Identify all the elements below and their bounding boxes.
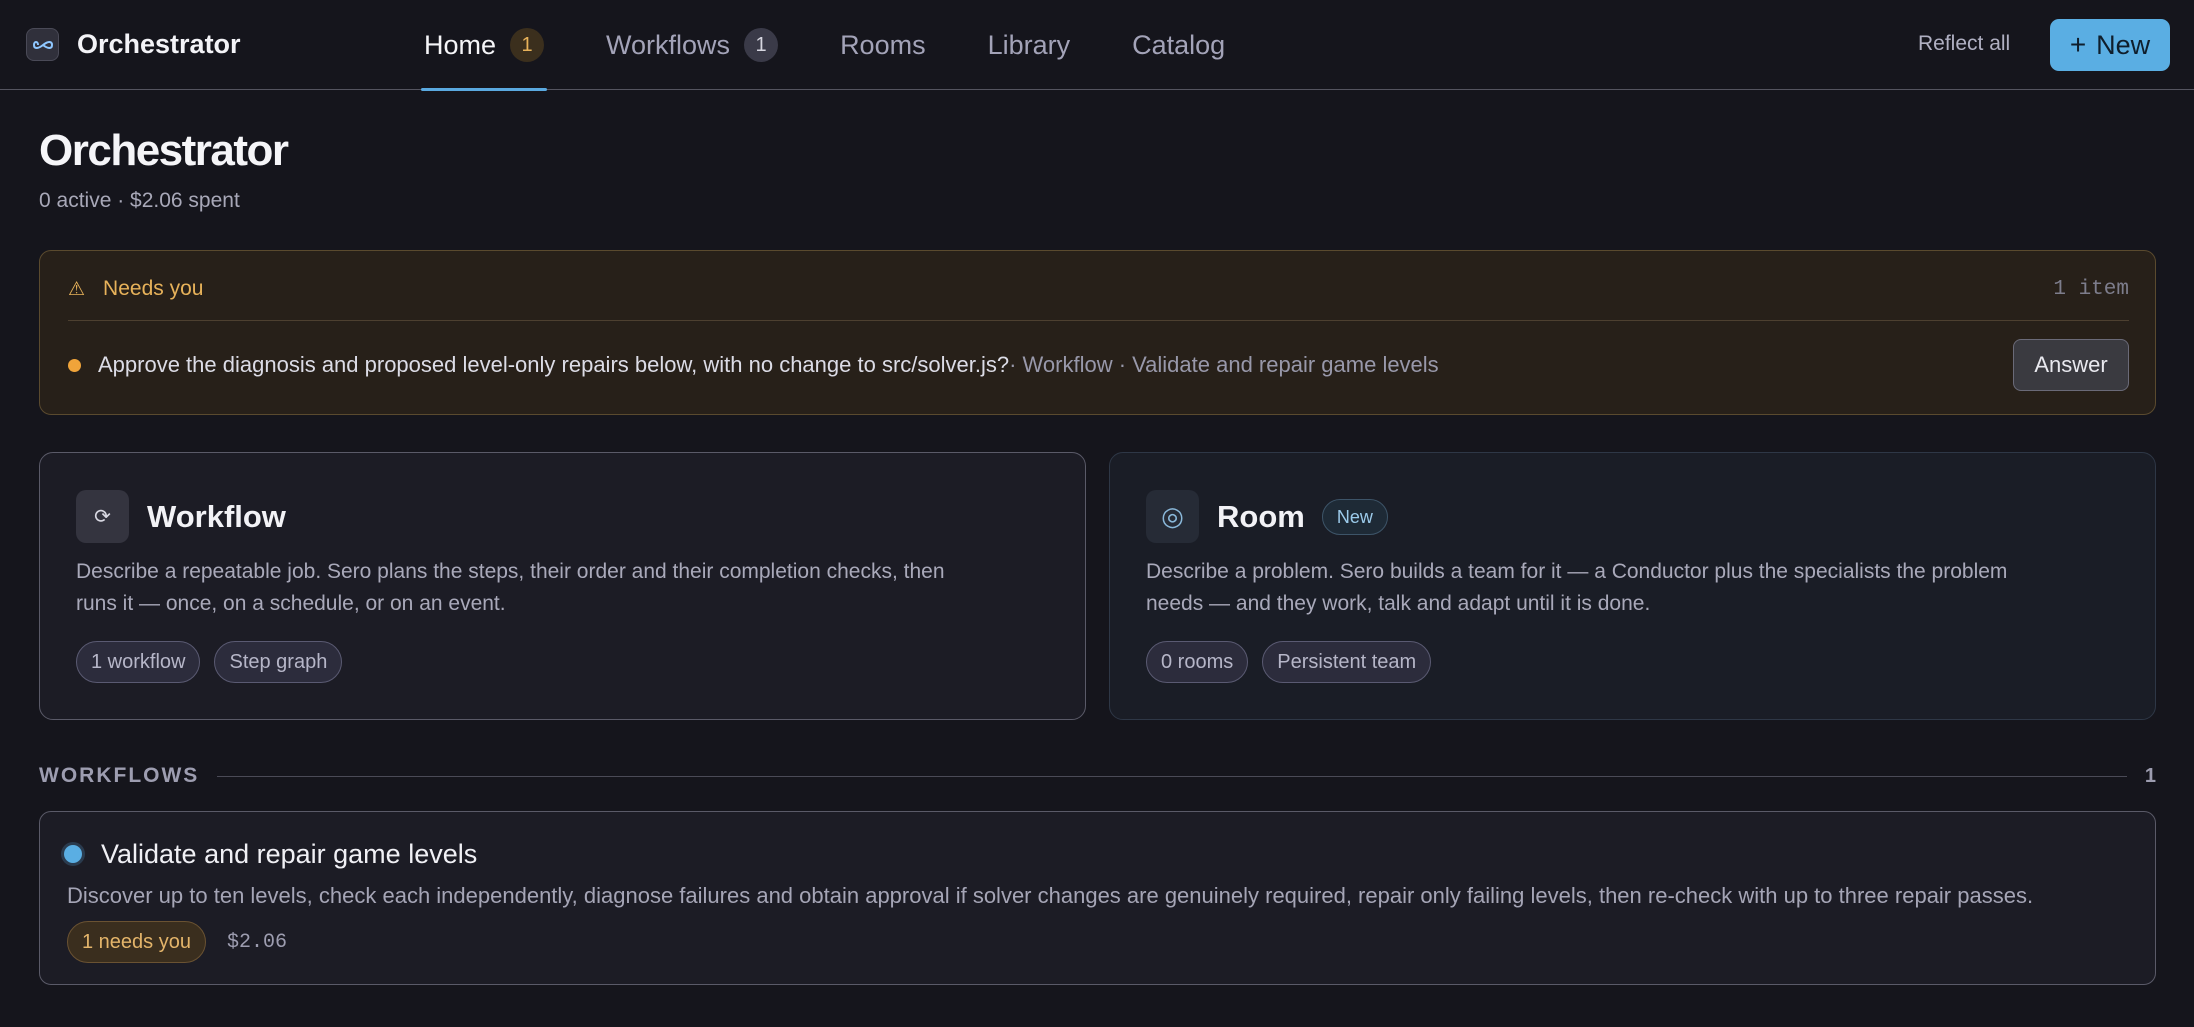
workflow-card-description: Describe a repeatable job. Sero plans th…: [76, 560, 945, 615]
needs-you-question: Approve the diagnosis and proposed level…: [98, 352, 1010, 377]
room-card-chips: 0 rooms Persistent team: [1146, 641, 1445, 683]
needs-you-item[interactable]: Approve the diagnosis and proposed level…: [68, 352, 1439, 378]
workflow-card-title-text: Workflow: [147, 499, 286, 534]
tab-workflows-badge: 1: [744, 28, 779, 62]
tab-workflows[interactable]: Workflows 1: [603, 0, 781, 90]
needs-you-chip[interactable]: 1 needs you: [67, 921, 206, 963]
workflow-cost: $2.06: [226, 930, 287, 954]
brand-name: Orchestrator: [77, 29, 241, 59]
workflow-meta: 1 needs you $2.06: [67, 921, 287, 963]
workflow-list-item[interactable]: Validate and repair game levels Discover…: [39, 811, 2156, 985]
workflow-card-title: Workflow: [147, 499, 286, 535]
room-card[interactable]: ◎ Room New Describe a problem. Sero buil…: [1109, 452, 2156, 720]
room-card-title: Room New: [1217, 499, 1388, 535]
brand[interactable]: Orchestrator: [26, 28, 241, 61]
target-icon: ◎: [1146, 490, 1199, 543]
needs-you-panel: ⚠ Needs you 1 item Approve the diagnosis…: [39, 250, 2156, 415]
workflow-title: Validate and repair game levels: [101, 839, 478, 869]
plus-icon: +: [2069, 29, 2087, 60]
answer-button[interactable]: Answer: [2013, 339, 2129, 391]
tab-catalog[interactable]: Catalog: [1129, 0, 1228, 90]
needs-you-meta: · Workflow · Validate and repair game le…: [1009, 352, 1439, 377]
infinity-icon-svg: [32, 40, 53, 49]
tab-home[interactable]: Home 1: [421, 0, 548, 91]
workflows-section-header: WORKFLOWS 1: [39, 764, 2156, 788]
workflow-description: Discover up to ten levels, check each in…: [67, 883, 2034, 908]
loop-icon: ⟳: [76, 490, 129, 543]
needs-you-divider: [68, 320, 2129, 321]
workflows-section-label: WORKFLOWS: [39, 764, 200, 787]
needs-you-title: Needs you: [103, 277, 204, 300]
tab-library[interactable]: Library: [985, 0, 1074, 90]
new-button[interactable]: + New: [2050, 19, 2170, 71]
tab-home-label: Home: [424, 29, 497, 60]
tab-rooms-label: Rooms: [840, 29, 926, 60]
warning-icon: ⚠: [68, 278, 86, 300]
page-title: Orchestrator: [39, 126, 289, 175]
step-graph-chip: Step graph: [214, 641, 343, 683]
needs-you-count: 1 item: [2053, 278, 2129, 301]
top-bar: Orchestrator Home 1 Workflows 1 Rooms Li…: [0, 0, 2194, 91]
workflow-count-chip: 1 workflow: [76, 641, 201, 683]
reflect-all-button[interactable]: Reflect all: [1918, 32, 2010, 56]
page-subtitle: 0 active · $2.06 spent: [39, 189, 240, 212]
tab-home-badge: 1: [510, 28, 545, 62]
tab-rooms[interactable]: Rooms: [837, 0, 929, 90]
room-card-description: Describe a problem. Sero builds a team f…: [1146, 560, 2008, 615]
workflows-section-count: 1: [2144, 764, 2156, 787]
tab-library-label: Library: [987, 29, 1071, 60]
tab-catalog-label: Catalog: [1132, 29, 1226, 60]
tab-workflows-label: Workflows: [606, 29, 731, 60]
needs-you-header: ⚠ Needs you: [68, 277, 203, 301]
pending-dot-icon: [68, 358, 81, 372]
room-card-title-text: Room: [1217, 499, 1305, 534]
persistent-team-chip: Persistent team: [1262, 641, 1432, 683]
main-nav: Home 1 Workflows 1 Rooms Library Catalog: [421, 0, 1284, 91]
workflow-card-chips: 1 workflow Step graph: [76, 641, 356, 683]
room-count-chip: 0 rooms: [1146, 641, 1249, 683]
section-divider: [217, 775, 2127, 777]
workflow-card[interactable]: ⟳ Workflow Describe a repeatable job. Se…: [39, 452, 1086, 720]
running-status-icon: [64, 845, 82, 863]
new-badge: New: [1321, 499, 1388, 535]
infinity-icon: [26, 28, 59, 61]
new-button-label: New: [2096, 29, 2151, 60]
